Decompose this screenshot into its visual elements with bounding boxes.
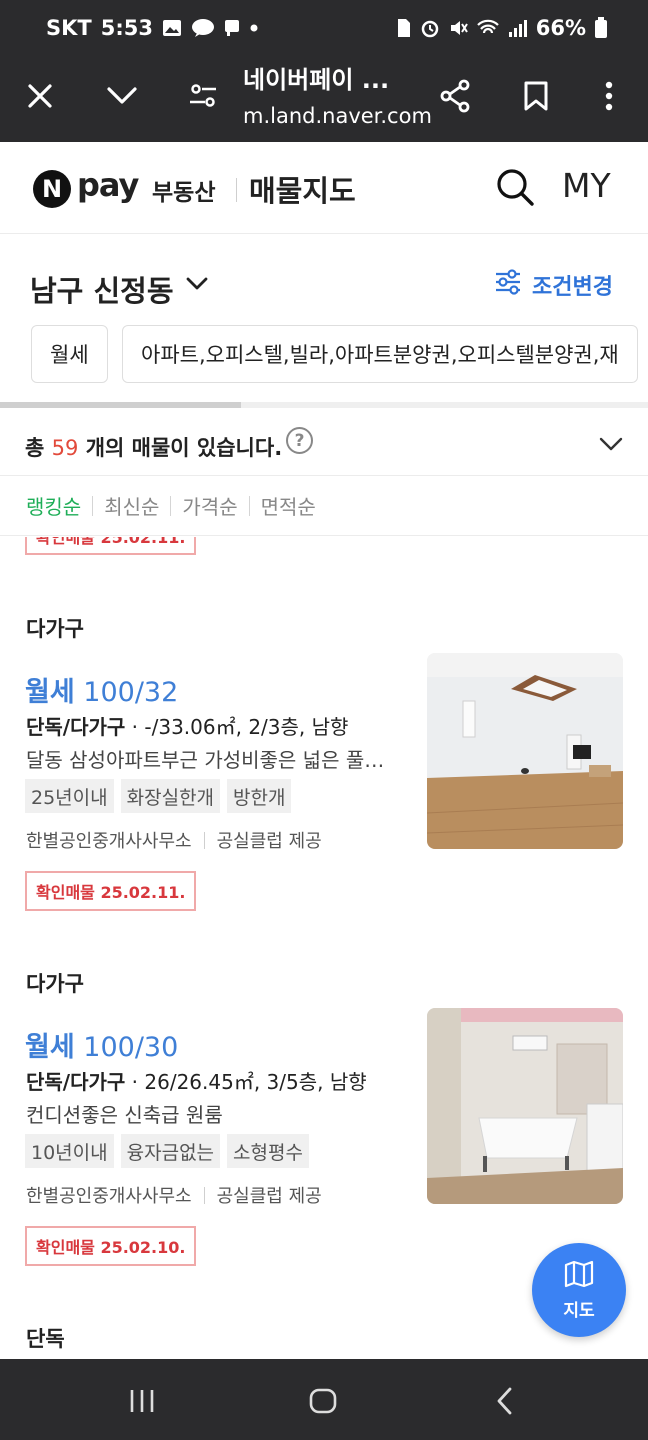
trade-type-chip[interactable]: 월세 (31, 325, 108, 383)
carrier-label: SKT (46, 16, 92, 40)
listing-tag: 융자금없는 (120, 1134, 221, 1168)
wifi-icon (476, 18, 500, 38)
location-row: 남구 신정동 조건변경 (0, 234, 648, 324)
status-bar: SKT 5:53 66% (0, 0, 648, 56)
chevron-down-icon[interactable] (102, 76, 142, 116)
listing-tag: 10년이내 (25, 1134, 114, 1168)
listing-count-text: 총 59 개의 매물이 있습니다. (25, 436, 283, 460)
listing-tag: 25년이내 (25, 779, 114, 813)
listing-tag: 화장실한개 (120, 779, 221, 813)
close-icon[interactable] (20, 76, 60, 116)
recent-apps-icon[interactable] (122, 1381, 162, 1421)
confirmed-badge: 확인매물 25.02.10. (25, 1226, 197, 1266)
alarm-icon (420, 18, 440, 38)
listing-description: 달동 삼성아파트부근 가성비좋은 넓은 풀옵션 (26, 748, 396, 772)
share-icon[interactable] (435, 76, 475, 116)
listing-category: 다가구 (26, 972, 84, 996)
sim-icon (396, 18, 412, 38)
back-icon[interactable] (485, 1381, 525, 1421)
chevron-down-icon[interactable] (598, 436, 624, 454)
map-view-button[interactable]: 지도 (532, 1243, 626, 1337)
listing-tag: 소형평수 (227, 1134, 309, 1168)
filter-chips: 월세 아파트,오피스텔,빌라,아파트분양권,오피스텔분양권,재 (0, 324, 648, 384)
more-icon[interactable] (589, 76, 629, 116)
listing-summary: 총 59 개의 매물이 있습니다. ? (0, 408, 648, 476)
sort-ranking[interactable]: 랭킹순 (26, 491, 81, 520)
listing-tag: 방한개 (227, 779, 292, 813)
listing-spec: 단독/다가구 · -/33.06㎡, 2/3층, 남향 (26, 715, 349, 739)
talk-notification-icon (191, 18, 215, 38)
flag-notification-icon (224, 19, 240, 37)
sort-area[interactable]: 면적순 (261, 491, 316, 520)
listing-list: 확인매물 25.02.11. 다가구 월세 100/32 단독/다가구 · -/… (0, 537, 648, 1359)
listing-description: 컨디션좋은 신축급 원룸 (26, 1103, 223, 1127)
listing-tags: 25년이내 화장실한개 방한개 (25, 779, 292, 813)
gallery-notification-icon (162, 19, 182, 37)
sort-options: 랭킹순 최신순 가격순 면적순 (0, 476, 648, 536)
logo-pay[interactable]: pay (77, 166, 139, 204)
listing-agency: 한별공인중개사사무소 공실클럽 제공 (26, 1186, 322, 1207)
change-conditions-button[interactable]: 조건변경 (494, 268, 613, 302)
mute-icon (448, 18, 468, 38)
logo-service-name[interactable]: 부동산 (152, 173, 215, 207)
clock: 5:53 (100, 16, 153, 40)
sort-newest[interactable]: 최신순 (104, 491, 159, 520)
confirmed-badge: 확인매물 25.02.11. (25, 871, 197, 911)
change-conditions-label: 조건변경 (532, 275, 613, 300)
map-view-label: 지도 (563, 1300, 595, 1321)
property-type-chip[interactable]: 아파트,오피스텔,빌라,아파트분양권,오피스텔분양권,재 (122, 325, 638, 383)
system-nav-bar (0, 1359, 648, 1440)
confirmed-badge: 확인매물 25.02.11. (25, 537, 197, 555)
page-title[interactable]: 매물지도 (249, 168, 356, 210)
naver-logo-icon[interactable]: N (33, 170, 71, 208)
signal-icon (508, 18, 528, 38)
site-settings-icon[interactable] (183, 76, 223, 116)
listing-category: 단독 (26, 1327, 65, 1351)
listing-price[interactable]: 월세 100/30 (25, 1025, 178, 1064)
my-button[interactable]: MY (562, 166, 611, 205)
app-header: N pay 부동산 매물지도 MY (0, 142, 648, 234)
help-icon[interactable]: ? (286, 427, 313, 454)
location-name[interactable]: 남구 신정동 (30, 268, 174, 310)
sort-price[interactable]: 가격순 (182, 491, 237, 520)
browser-toolbar: 네이버페이 ... m.land.naver.com (0, 56, 648, 142)
listing-photo[interactable] (427, 1008, 623, 1204)
listing-photo[interactable] (427, 653, 623, 849)
browser-page-title: 네이버페이 ... (243, 66, 390, 94)
battery-icon (594, 17, 608, 39)
listing-price[interactable]: 월세 100/32 (25, 670, 178, 709)
battery-percent: 66% (535, 16, 586, 40)
map-icon (564, 1260, 594, 1292)
search-icon[interactable] (494, 166, 536, 208)
browser-url[interactable]: m.land.naver.com (243, 104, 432, 128)
listing-tags: 10년이내 융자금없는 소형평수 (25, 1134, 309, 1168)
chevron-down-icon[interactable] (185, 274, 209, 294)
listing-category: 다가구 (26, 617, 84, 641)
logo-divider (236, 178, 237, 202)
listing-agency: 한별공인중개사사무소 공실클럽 제공 (26, 831, 322, 852)
listing-count: 59 (51, 436, 79, 460)
listing-spec: 단독/다가구 · 26/26.45㎡, 3/5층, 남향 (26, 1070, 367, 1094)
filter-sliders-icon (494, 268, 522, 302)
bookmark-icon[interactable] (516, 76, 556, 116)
home-icon[interactable] (303, 1381, 343, 1421)
dot-notification-icon (249, 23, 259, 33)
